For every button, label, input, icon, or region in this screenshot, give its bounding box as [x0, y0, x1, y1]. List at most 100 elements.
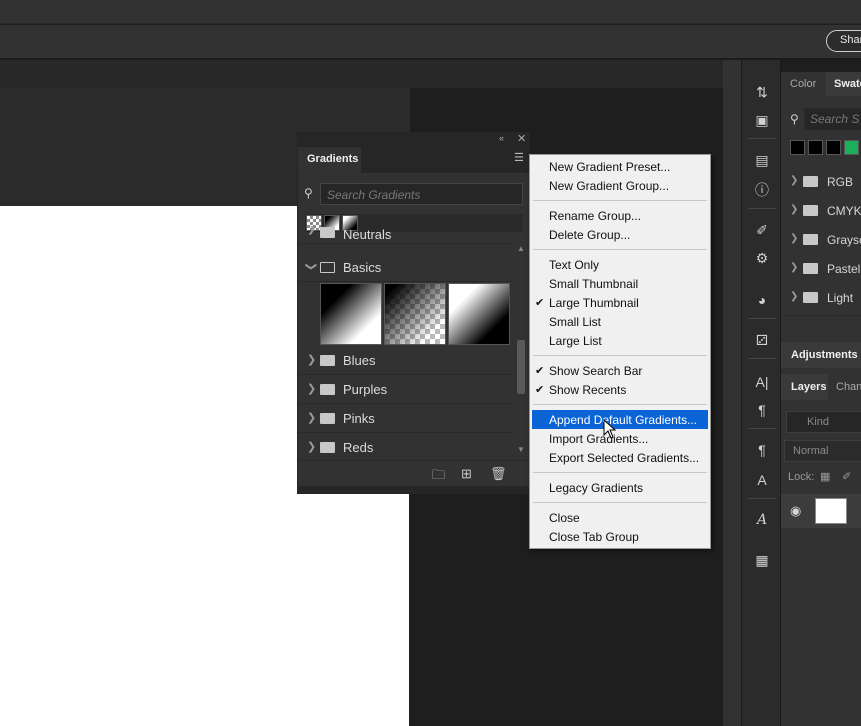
gradient-group-neutrals[interactable]: ❯ Neutrals — [298, 226, 512, 244]
character-icon[interactable]: A| — [752, 372, 772, 392]
strip-divider — [748, 498, 776, 499]
chevron-right-icon: ❯ — [790, 175, 799, 186]
gradient-thumbnail-foreground-transparent[interactable] — [384, 283, 446, 345]
info-icon[interactable]: ⓘ — [752, 180, 772, 200]
scroll-down-icon[interactable]: ▼ — [517, 445, 525, 454]
brush-settings-icon[interactable]: ⚙ — [752, 248, 772, 268]
new-group-icon[interactable]: 🗀 — [432, 466, 445, 488]
comments-icon[interactable]: ▣ — [752, 110, 772, 130]
chevron-right-icon: ❯ — [307, 354, 317, 366]
gradient-group-pinks[interactable]: ❯ Pinks — [298, 404, 512, 433]
menu-item-small-list[interactable]: Small List — [530, 312, 710, 331]
character-styles-icon[interactable]: A — [752, 470, 772, 490]
menu-item-delete-group[interactable]: Delete Group... — [530, 225, 710, 244]
lock-paint-icon[interactable]: ✐ — [842, 470, 851, 483]
gradient-search-input[interactable]: Search Gradients — [320, 183, 523, 205]
eye-icon[interactable]: ◉ — [790, 503, 801, 519]
folder-icon — [803, 263, 818, 274]
gradient-group-reds[interactable]: ❯ Reds — [298, 433, 512, 462]
gradient-thumbnail-foreground-background[interactable] — [320, 283, 382, 345]
chevron-right-icon: ❯ — [790, 262, 799, 273]
tab-swatches[interactable]: Swatc — [826, 72, 861, 96]
menu-item-close[interactable]: Close — [530, 508, 710, 527]
share-button[interactable]: Shar — [826, 30, 861, 52]
tab-gradients[interactable]: Gradients — [298, 147, 361, 173]
checkmark-icon: ✔ — [535, 384, 545, 396]
menu-item-close-tab-group[interactable]: Close Tab Group — [530, 527, 710, 546]
menu-item-small-thumbnail[interactable]: Small Thumbnail — [530, 274, 710, 293]
swatch-black[interactable] — [790, 140, 805, 155]
menu-item-large-list[interactable]: Large List — [530, 331, 710, 350]
swatch-folder-light[interactable]: ❯ Light — [781, 283, 861, 311]
brush-icon[interactable]: ✐ — [752, 220, 772, 240]
new-gradient-icon[interactable]: ⊞ — [461, 466, 472, 482]
strip-divider — [748, 318, 776, 319]
history-icon[interactable]: ⇅ — [752, 82, 772, 102]
menu-item-rename-group[interactable]: Rename Group... — [530, 206, 710, 225]
lock-transparent-icon[interactable]: ▦ — [820, 470, 830, 483]
folder-icon — [803, 176, 818, 187]
clone-source-icon[interactable]: ◕ — [752, 290, 772, 310]
chevron-right-icon: ❯ — [307, 441, 317, 453]
mouse-cursor-icon — [603, 419, 617, 439]
menu-item-text-only[interactable]: Text Only — [530, 255, 710, 274]
menu-separator — [533, 355, 707, 356]
document-tab-bar — [0, 60, 741, 88]
table-icon[interactable]: ▦ — [752, 550, 772, 570]
tab-channels[interactable]: Chan — [836, 381, 861, 393]
strip-divider — [748, 358, 776, 359]
menu-item-append-default-gradients[interactable]: Append Default Gradients... — [532, 410, 708, 429]
trash-icon[interactable]: 🗑 — [490, 466, 507, 482]
scrollbar-thumb[interactable] — [517, 340, 525, 394]
gradients-panel-titlebar[interactable] — [297, 132, 530, 146]
options-bar — [0, 25, 861, 59]
tool-presets-icon[interactable]: ⚂ — [752, 330, 772, 350]
folder-icon — [320, 355, 335, 366]
panel-menu-icon[interactable]: ☰ — [514, 153, 526, 164]
menu-item-new-gradient-group[interactable]: New Gradient Group... — [530, 176, 710, 195]
folder-icon — [320, 413, 335, 424]
scroll-up-icon[interactable]: ▲ — [517, 244, 525, 253]
chevron-right-icon: ❯ — [790, 204, 799, 215]
close-icon[interactable]: ✕ — [517, 132, 526, 145]
blend-mode-select[interactable]: Normal — [784, 440, 861, 462]
menu-separator — [533, 249, 707, 250]
collapse-icon[interactable]: « — [499, 133, 504, 143]
swatch-green[interactable] — [844, 140, 859, 155]
menu-bar — [0, 0, 861, 24]
checkmark-icon: ✔ — [535, 365, 545, 377]
libraries-icon[interactable]: ▤ — [752, 150, 772, 170]
gradient-thumbnail-black-white[interactable] — [448, 283, 510, 345]
swatch-folder-rgb[interactable]: ❯ RGB — [781, 167, 861, 195]
menu-item-export-selected-gradients[interactable]: Export Selected Gradients... — [530, 448, 710, 467]
swatch-folder-cmyk[interactable]: ❯ CMYK — [781, 196, 861, 224]
tab-adjustments[interactable]: Adjustments — [781, 342, 861, 368]
swatch-black[interactable] — [808, 140, 823, 155]
menu-item-large-thumbnail[interactable]: Large Thumbnail — [530, 293, 710, 312]
strip-divider — [748, 428, 776, 429]
panel-resize-handle[interactable] — [297, 486, 530, 494]
chevron-down-icon: ❯ — [305, 261, 318, 272]
swatch-black[interactable] — [826, 140, 841, 155]
menu-item-show-search-bar[interactable]: Show Search Bar — [530, 361, 710, 380]
search-icon: ⚲ — [304, 186, 313, 200]
glyphs-icon[interactable]: A — [752, 510, 772, 530]
swatch-folder-grayscale[interactable]: ❯ Graysc — [781, 225, 861, 253]
menu-item-new-gradient-preset[interactable]: New Gradient Preset... — [530, 157, 710, 176]
menu-item-legacy-gradients[interactable]: Legacy Gradients — [530, 478, 710, 497]
tab-color[interactable]: Color — [781, 72, 825, 96]
layer-kind-filter[interactable]: Kind — [786, 411, 861, 433]
paragraph-styles-icon[interactable]: ¶ — [752, 440, 772, 460]
folder-icon — [803, 234, 818, 245]
tab-layers[interactable]: Layers — [781, 374, 828, 400]
menu-item-import-gradients[interactable]: Import Gradients... — [530, 429, 710, 448]
gradient-group-purples[interactable]: ❯ Purples — [298, 375, 512, 404]
gradient-group-basics[interactable]: ❯ Basics — [298, 253, 512, 282]
strip-divider — [748, 208, 776, 209]
paragraph-icon[interactable]: ¶ — [752, 400, 772, 420]
swatches-search-input[interactable]: Search S — [804, 108, 861, 130]
menu-item-show-recents[interactable]: Show Recents — [530, 380, 710, 399]
swatch-folder-pastel[interactable]: ❯ Pastel — [781, 254, 861, 282]
gradient-group-blues[interactable]: ❯ Blues — [298, 346, 512, 375]
chevron-right-icon: ❯ — [790, 291, 799, 302]
